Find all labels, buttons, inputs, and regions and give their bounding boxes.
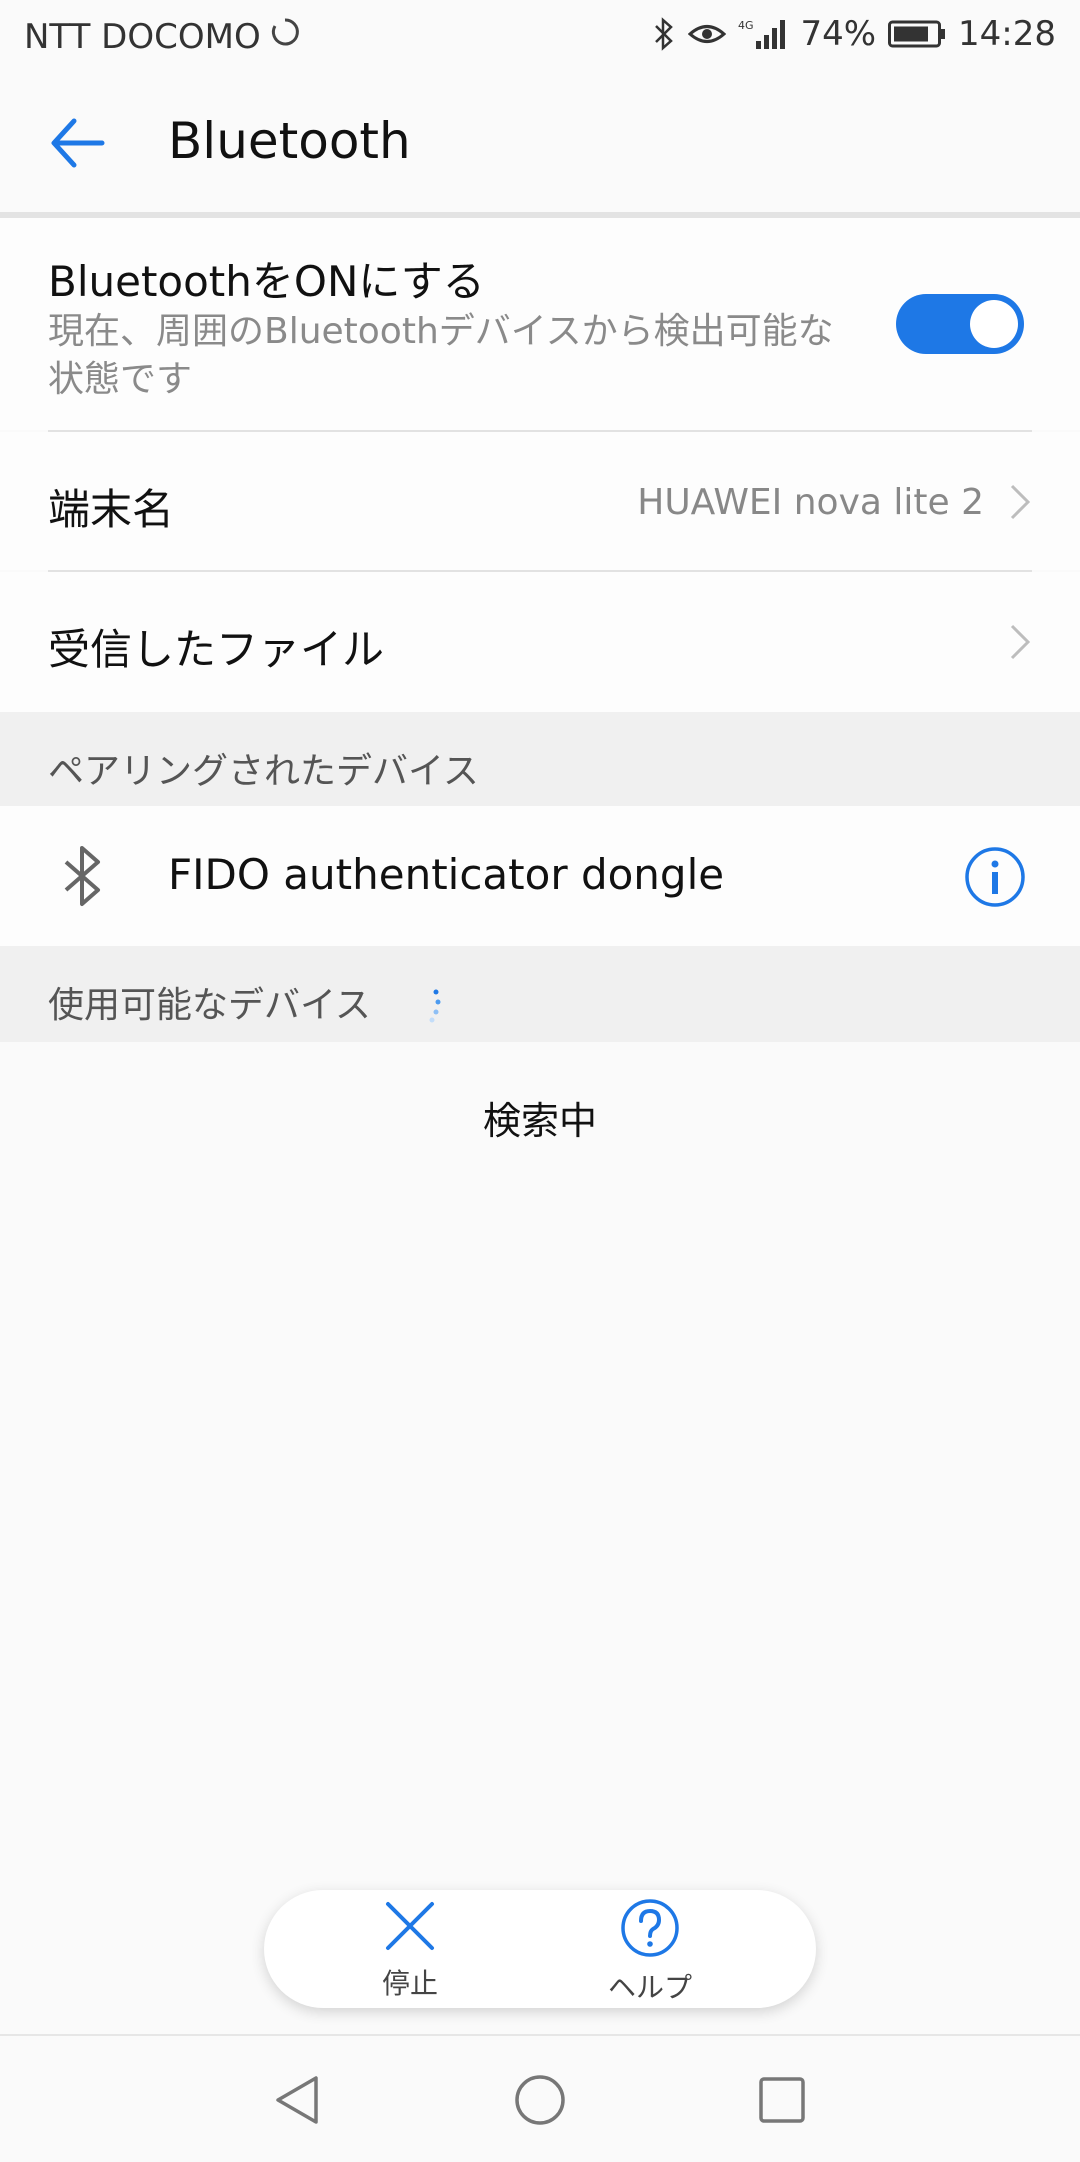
available-devices-header: 使用可能なデバイス: [0, 946, 1080, 1042]
info-icon[interactable]: [964, 846, 1026, 908]
battery-icon: [888, 19, 946, 49]
paired-devices-title: ペアリングされたデバイス: [48, 751, 479, 792]
close-icon: [386, 1902, 434, 1950]
device-name-label: 端末名: [48, 485, 175, 534]
back-button[interactable]: [44, 108, 124, 178]
page-title: Bluetooth: [168, 112, 411, 170]
available-devices-title: 使用可能なデバイス: [48, 985, 371, 1026]
bluetooth-toggle-title: BluetoothをONにする: [48, 257, 485, 306]
nav-home-icon[interactable]: [510, 2070, 570, 2130]
signal-icon: 4G: [738, 17, 788, 51]
help-button[interactable]: ヘルプ: [570, 1898, 730, 2004]
help-icon: [621, 1899, 679, 1957]
scanning-spinner-icon: [429, 989, 441, 1023]
status-left: NTT DOCOMO: [24, 16, 301, 57]
bluetooth-icon: [64, 846, 100, 906]
nav-back-icon[interactable]: [268, 2070, 328, 2130]
paired-devices-header: ペアリングされたデバイス: [0, 712, 1080, 806]
searching-status: 検索中: [482, 1099, 597, 1143]
help-label: ヘルプ: [607, 1971, 692, 2004]
bluetooth-toggle-row[interactable]: BluetoothをONにする 現在、周囲のBluetoothデバイスから検出可…: [0, 218, 1080, 430]
battery-percent: 74%: [800, 14, 877, 54]
network-type-label: 4G: [738, 19, 754, 32]
bluetooth-toggle-subtitle: 現在、周囲のBluetoothデバイスから検出可能な状態です: [48, 311, 834, 400]
stop-button[interactable]: 停止: [330, 1898, 490, 2002]
carrier-name: NTT DOCOMO: [24, 16, 261, 57]
switch-knob: [970, 300, 1018, 348]
bottom-action-bar: 停止 ヘルプ: [264, 1890, 816, 2008]
stop-label: 停止: [381, 1967, 438, 2000]
loading-circle-icon: [269, 16, 301, 57]
navigation-bar: [0, 2034, 1080, 2162]
received-files-label: 受信したファイル: [48, 625, 385, 674]
received-files-row[interactable]: 受信したファイル: [0, 572, 1080, 712]
device-name-value: HUAWEI nova lite 2: [637, 482, 984, 523]
clock: 14:28: [958, 14, 1056, 54]
status-right: 4G 74% 14:28: [652, 14, 1056, 54]
chevron-right-icon: [1010, 624, 1031, 660]
device-name-row[interactable]: 端末名 HUAWEI nova lite 2: [0, 432, 1080, 570]
chevron-right-icon: [1010, 484, 1031, 520]
app-bar: Bluetooth: [0, 72, 1080, 218]
paired-device-row[interactable]: FIDO authenticator dongle: [0, 806, 1080, 946]
nav-recent-apps-icon[interactable]: [752, 2070, 812, 2130]
status-bar: NTT DOCOMO 4G 74% 14:28: [0, 0, 1080, 72]
paired-device-name: FIDO authenticator dongle: [168, 850, 725, 899]
bluetooth-status-icon: [652, 17, 676, 51]
bluetooth-switch[interactable]: [896, 294, 1024, 354]
eye-comfort-icon: [688, 19, 727, 49]
back-arrow-icon: [51, 118, 105, 168]
